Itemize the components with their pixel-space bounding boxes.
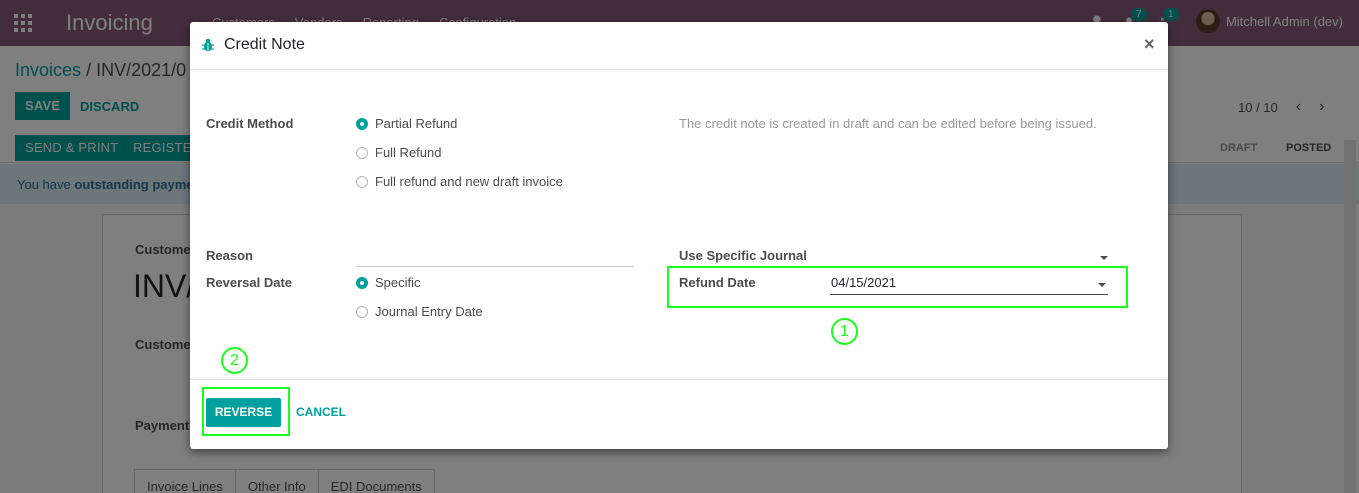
dialog-title: Credit Note <box>224 36 305 53</box>
credit-method-label: Credit Method <box>206 116 294 131</box>
dialog-footer: REVERSE CANCEL <box>190 379 1168 449</box>
radio-checked-icon[interactable] <box>356 117 368 130</box>
reason-input[interactable] <box>356 245 634 267</box>
radio-checked-icon[interactable] <box>356 276 368 289</box>
radio-label: Full Refund <box>375 145 442 160</box>
highlight-refund-date <box>667 266 1128 308</box>
journal-label: Use Specific Journal <box>679 248 807 263</box>
highlight-reverse-button <box>202 387 290 436</box>
reason-label: Reason <box>206 248 253 263</box>
radio-partial-refund[interactable]: Partial Refund <box>356 116 457 131</box>
credit-note-dialog: Credit Note × Credit Method Partial Refu… <box>190 22 1168 449</box>
step-2-marker: 2 <box>221 347 248 374</box>
radio-unchecked-icon[interactable] <box>356 175 368 188</box>
radio-label: Full refund and new draft invoice <box>375 174 563 189</box>
journal-select[interactable] <box>1090 248 1110 268</box>
close-icon[interactable]: × <box>1144 34 1155 55</box>
radio-label: Partial Refund <box>375 116 458 131</box>
radio-journal-entry-date[interactable]: Journal Entry Date <box>356 304 483 319</box>
credit-method-help: The credit note is created in draft and … <box>679 116 1097 131</box>
dialog-header: Credit Note × <box>190 22 1168 70</box>
step-1-marker: 1 <box>831 318 858 345</box>
radio-unchecked-icon[interactable] <box>356 305 368 318</box>
radio-specific[interactable]: Specific <box>356 275 421 290</box>
radio-label: Specific <box>375 275 421 290</box>
cancel-button[interactable]: CANCEL <box>296 405 346 419</box>
radio-full-refund[interactable]: Full Refund <box>356 145 441 160</box>
caret-down-icon <box>1100 256 1108 260</box>
bug-icon <box>202 38 214 52</box>
radio-unchecked-icon[interactable] <box>356 146 368 159</box>
reversal-date-label: Reversal Date <box>206 275 292 290</box>
radio-label: Journal Entry Date <box>375 304 483 319</box>
radio-full-refund-new-draft[interactable]: Full refund and new draft invoice <box>356 174 563 189</box>
